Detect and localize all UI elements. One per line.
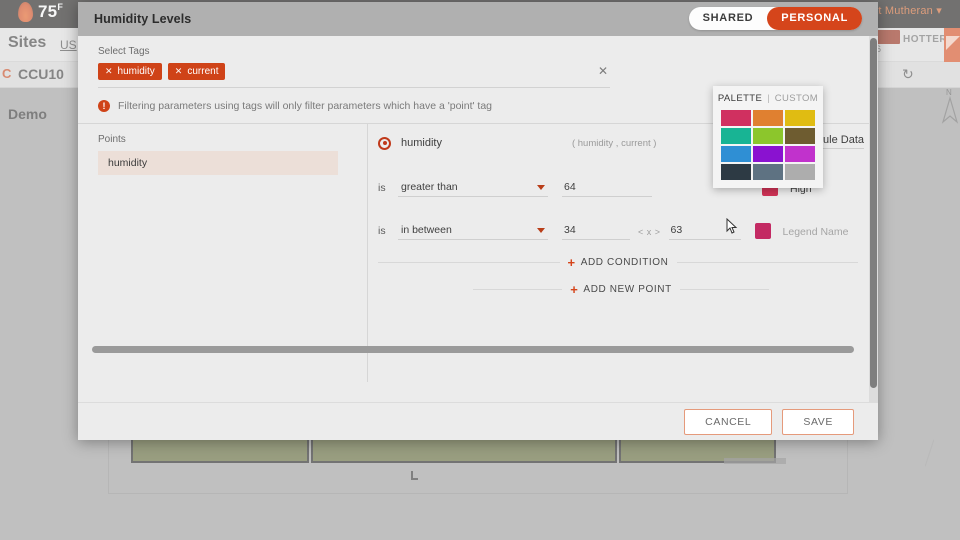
cancel-button[interactable]: CANCEL [684,408,773,435]
palette-color-grid[interactable] [713,110,823,180]
tab-custom[interactable]: CUSTOM [775,93,818,104]
select-tags-label: Select Tags [98,46,150,57]
close-icon[interactable]: ✕ [175,66,183,77]
condition-row-2: is in between 34 < x > 63 Legend Name [378,207,864,240]
dialog-title: Humidity Levels [94,12,192,26]
vertical-scrollbar[interactable] [869,36,878,402]
horizontal-scrollbar[interactable] [78,344,869,356]
palette-color-4[interactable] [753,128,783,144]
operator-value: greater than [401,181,458,193]
palette-color-11[interactable] [785,164,815,180]
filter-info-text: Filtering parameters using tags will onl… [118,100,493,112]
add-condition-button[interactable]: + ADD CONDITION [568,256,669,269]
palette-color-6[interactable] [721,146,751,162]
operator-select-1[interactable]: greater than [398,181,548,197]
vertical-scroll-thumb[interactable] [870,38,877,388]
close-icon[interactable]: ✕ [105,66,113,77]
radio-point-humidity[interactable] [378,136,391,150]
select-tags-section: Select Tags ✕ humidity ✕ current ✕ [78,36,878,88]
tab-personal[interactable]: PERSONAL [767,7,862,30]
add-new-point-button[interactable]: + ADD NEW POINT [570,283,672,296]
palette-color-10[interactable] [753,164,783,180]
tag-chip-label: current [187,66,219,77]
legend-name-2[interactable]: Legend Name [783,226,849,240]
list-item-point-humidity[interactable]: humidity [98,151,338,175]
tag-chip-label: humidity [117,66,155,77]
divider [378,262,560,263]
operator-value: in between [401,224,452,236]
condition-value-1[interactable]: 64 [562,181,652,197]
add-condition-label: ADD CONDITION [580,257,669,268]
tab-separator: | [767,93,770,104]
plus-icon: + [570,282,579,297]
plus-icon: + [567,255,576,270]
palette-color-0[interactable] [721,110,751,126]
dialog-footer: CANCEL SAVE [78,402,878,440]
shared-personal-toggle[interactable]: SHARED PERSONAL [688,7,862,30]
condition-is-label: is [378,182,386,194]
tab-shared[interactable]: SHARED [689,7,768,30]
dialog-header: Humidity Levels SHARED PERSONAL [78,2,878,36]
add-new-point-label: ADD NEW POINT [583,284,672,295]
horizontal-scroll-thumb[interactable] [92,346,854,353]
palette-color-3[interactable] [721,128,751,144]
condition-value-2-max[interactable]: 63 [668,224,741,240]
tags-input[interactable]: ✕ humidity ✕ current ✕ [98,63,610,88]
tag-chip-current[interactable]: ✕ current [167,63,226,80]
palette-color-8[interactable] [785,146,815,162]
point-tags-label: ( humidity , current ) [571,137,657,149]
palette-color-1[interactable] [753,110,783,126]
humidity-levels-dialog: Humidity Levels SHARED PERSONAL Select T… [78,2,878,440]
divider [676,262,859,263]
add-new-point-row: + ADD NEW POINT [473,283,769,296]
palette-color-2[interactable] [785,110,815,126]
palette-color-7[interactable] [753,146,783,162]
chevron-down-icon [537,227,545,233]
palette-color-5[interactable] [785,128,815,144]
add-condition-row: + ADD CONDITION [378,256,864,269]
clear-tags-icon[interactable]: ✕ [598,64,608,78]
point-name-label: humidity [401,137,442,149]
between-symbol: < x > [638,227,661,237]
condition-value-2-min[interactable]: 34 [562,224,630,240]
chevron-down-icon [537,184,545,190]
divider [679,289,769,290]
save-button[interactable]: SAVE [782,408,854,435]
divider [473,289,563,290]
screen-root: Demo N C CCU10 ↻ Sites US 6 HOTTER 75F M… [0,0,960,540]
info-icon: ! [98,100,110,112]
color-swatch-2[interactable] [754,223,771,239]
operator-select-2[interactable]: in between [398,224,548,240]
condition-is-label: is [378,225,386,237]
palette-color-9[interactable] [721,164,751,180]
tab-palette[interactable]: PALETTE [718,93,762,104]
points-label: Points [98,134,126,145]
palette-popup-tabs: PALETTE | CUSTOM [713,90,823,110]
color-palette-popup[interactable]: PALETTE | CUSTOM [713,86,823,188]
tag-chip-humidity[interactable]: ✕ humidity [98,63,162,80]
